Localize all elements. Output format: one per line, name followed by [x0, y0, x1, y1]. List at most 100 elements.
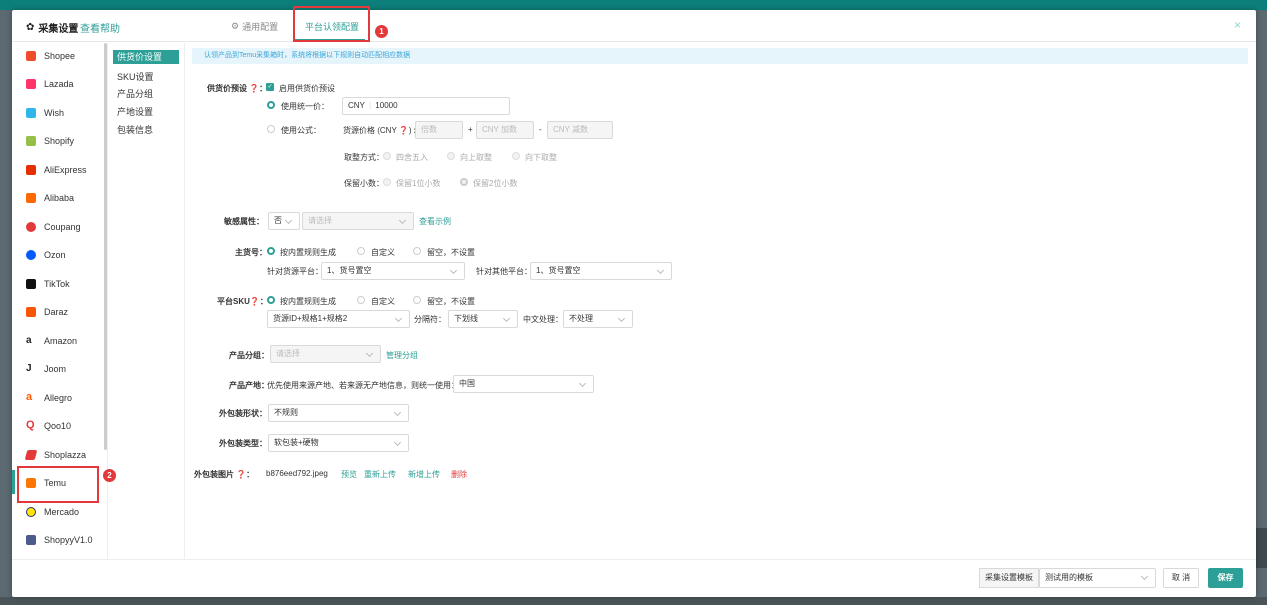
unified-price-input[interactable]: CNY | 10000	[342, 97, 510, 115]
sidebar-item-wish[interactable]: Wish	[26, 108, 64, 118]
formula-text: 货源价格 (CNY ❓) x	[343, 126, 418, 135]
tab-general[interactable]: ⚙ 通用配置	[231, 20, 278, 33]
enable-supply-price-checkbox[interactable]: ✓	[266, 83, 274, 91]
main-sku-radio-custom[interactable]	[357, 247, 365, 255]
main-sku-radio-builtin[interactable]	[267, 247, 275, 255]
rounding-label: 取整方式：	[344, 153, 384, 162]
subtract-input[interactable]: CNY 减数	[547, 121, 613, 139]
background-overlay	[0, 597, 1267, 605]
subnav-item-origin[interactable]: 产地设置	[117, 105, 153, 118]
rounding-radio-1[interactable]	[383, 152, 391, 160]
cancel-button[interactable]: 取 消	[1163, 568, 1199, 588]
sidebar-item-coupang[interactable]: Coupang	[26, 222, 81, 232]
separator-label: 分隔符：	[414, 315, 446, 324]
modal-header: ✿ 采集设置 查看帮助 ⚙ 通用配置 平台认领配置 1 ×	[12, 6, 1256, 42]
plus-sign: +	[468, 125, 473, 134]
daraz-icon	[26, 307, 36, 317]
qoo10-icon: Q	[26, 419, 36, 431]
main-sku-label: 主货号：	[235, 248, 267, 257]
sidebar-scrollbar[interactable]	[104, 43, 107, 450]
step-badge-1: 1	[375, 25, 388, 38]
view-example-link[interactable]: 查看示例	[419, 216, 451, 227]
sidebar-item-shopyy[interactable]: ShopyyV1.0	[26, 535, 93, 545]
delete-link[interactable]: 删除	[451, 469, 467, 480]
sensitive-label: 敏感属性：	[224, 217, 264, 226]
sidebar-item-aliexpress[interactable]: AliExpress	[26, 165, 87, 175]
sidebar-item-daraz[interactable]: Daraz	[26, 307, 68, 317]
subnav-item-packaging[interactable]: 包装信息	[117, 123, 153, 136]
decimal-radio-2[interactable]	[460, 178, 468, 186]
sidebar-item-allegro[interactable]: a Allegro	[26, 392, 72, 403]
other-platform-select[interactable]: 1、货号置空	[530, 262, 672, 280]
platform-sku-opt-custom: 自定义	[371, 297, 395, 306]
reupload-link[interactable]: 重新上传	[364, 469, 396, 480]
add-input[interactable]: CNY 加数	[476, 121, 534, 139]
sidebar-item-tiktok[interactable]: TikTok	[26, 279, 70, 289]
rounding-opt-1: 四舍五入	[396, 153, 428, 162]
sensitive-select[interactable]: 否	[268, 212, 300, 230]
decimal-radio-1[interactable]	[383, 178, 391, 186]
sidebar-item-lazada[interactable]: Lazada	[26, 79, 74, 89]
background-overlay-right	[1256, 528, 1267, 568]
ozon-icon	[26, 250, 36, 260]
sidebar-item-shopee[interactable]: Shopee	[26, 51, 75, 61]
chinese-handling-select[interactable]: 不处理	[563, 310, 633, 328]
subnav-item-supply-price[interactable]: 供货价设置	[113, 50, 179, 64]
enable-supply-price-label: 启用供货价预设	[279, 84, 335, 93]
sidebar-item-alibaba[interactable]: Alibaba	[26, 193, 74, 203]
manage-groups-link[interactable]: 管理分组	[386, 350, 418, 361]
product-group-select[interactable]: 请选择	[270, 345, 381, 363]
tiktok-icon	[26, 279, 36, 289]
separator-select[interactable]: 下划线	[448, 310, 518, 328]
multiplier-input[interactable]: 倍数	[415, 121, 463, 139]
template-label: 采集设置模板	[979, 568, 1039, 588]
package-type-select[interactable]: 软包装+硬物	[268, 434, 409, 452]
platform-sku-radio-custom[interactable]	[357, 296, 365, 304]
shopee-icon	[26, 51, 36, 61]
sidebar-item-mercado[interactable]: Mercado	[26, 507, 79, 517]
shoplazza-icon	[24, 450, 38, 460]
formula-radio[interactable]	[267, 125, 275, 133]
preview-link[interactable]: 预览	[341, 469, 357, 480]
subnav-item-sku[interactable]: SKU设置	[117, 70, 154, 83]
source-platform-select[interactable]: 1、货号置空	[321, 262, 465, 280]
sidebar-item-qoo10[interactable]: Q Qoo10	[26, 419, 71, 431]
info-banner: 认领产品到Temu采集箱时，系统将根据以下规则自动匹配相应数据	[192, 48, 1248, 64]
sensitive-detail-select[interactable]: 请选择	[302, 212, 414, 230]
platform-sku-radio-empty[interactable]	[413, 296, 421, 304]
gear-icon: ✿	[26, 22, 35, 33]
package-shape-select[interactable]: 不规则	[268, 404, 409, 422]
sidebar-item-ozon[interactable]: Ozon	[26, 250, 66, 260]
background-app-header	[0, 0, 1267, 10]
highlight-box-tab	[293, 6, 370, 42]
highlight-box-temu	[17, 466, 99, 503]
modal-title: ✿ 采集设置	[26, 22, 79, 35]
rounding-radio-2[interactable]	[447, 152, 455, 160]
mercado-icon	[26, 507, 36, 517]
sidebar-item-amazon[interactable]: a Amazon	[26, 336, 77, 346]
sidebar-item-shopify[interactable]: Shopify	[26, 136, 74, 146]
rounding-radio-3[interactable]	[512, 152, 520, 160]
subnav-item-group[interactable]: 产品分组	[117, 87, 153, 100]
product-origin-desc: 优先使用来源产地、若来源无产地信息，则统一使用：	[267, 381, 459, 390]
package-image-filename: b876eed792.jpeg	[266, 469, 328, 478]
main-sku-radio-empty[interactable]	[413, 247, 421, 255]
platform-sku-radio-builtin[interactable]	[267, 296, 275, 304]
shopify-icon	[26, 136, 36, 146]
decimal-opt-1: 保留1位小数	[396, 179, 441, 188]
product-group-label: 产品分组：	[229, 351, 269, 360]
main-sku-opt-custom: 自定义	[371, 248, 395, 257]
help-link[interactable]: 查看帮助	[80, 20, 120, 35]
add-upload-link[interactable]: 新增上传	[408, 469, 440, 480]
close-icon[interactable]: ×	[1234, 18, 1241, 32]
unified-price-radio[interactable]	[267, 101, 275, 109]
save-button[interactable]: 保存	[1208, 568, 1243, 588]
platform-sidebar: Shopee Lazada Wish Shopify AliExpress Al…	[12, 43, 116, 559]
chinese-handling-label: 中文处理：	[523, 315, 563, 324]
sidebar-item-joom[interactable]: J Joom	[26, 364, 66, 374]
product-origin-select[interactable]: 中国	[453, 375, 594, 393]
sidebar-item-shoplazza[interactable]: Shoplazza	[24, 450, 86, 460]
sku-rule-select[interactable]: 货源ID+规格1+规格2	[267, 310, 410, 328]
supply-price-label: 供货价预设 ❓：	[207, 84, 268, 93]
template-select[interactable]: 测试用的模板	[1039, 568, 1156, 588]
